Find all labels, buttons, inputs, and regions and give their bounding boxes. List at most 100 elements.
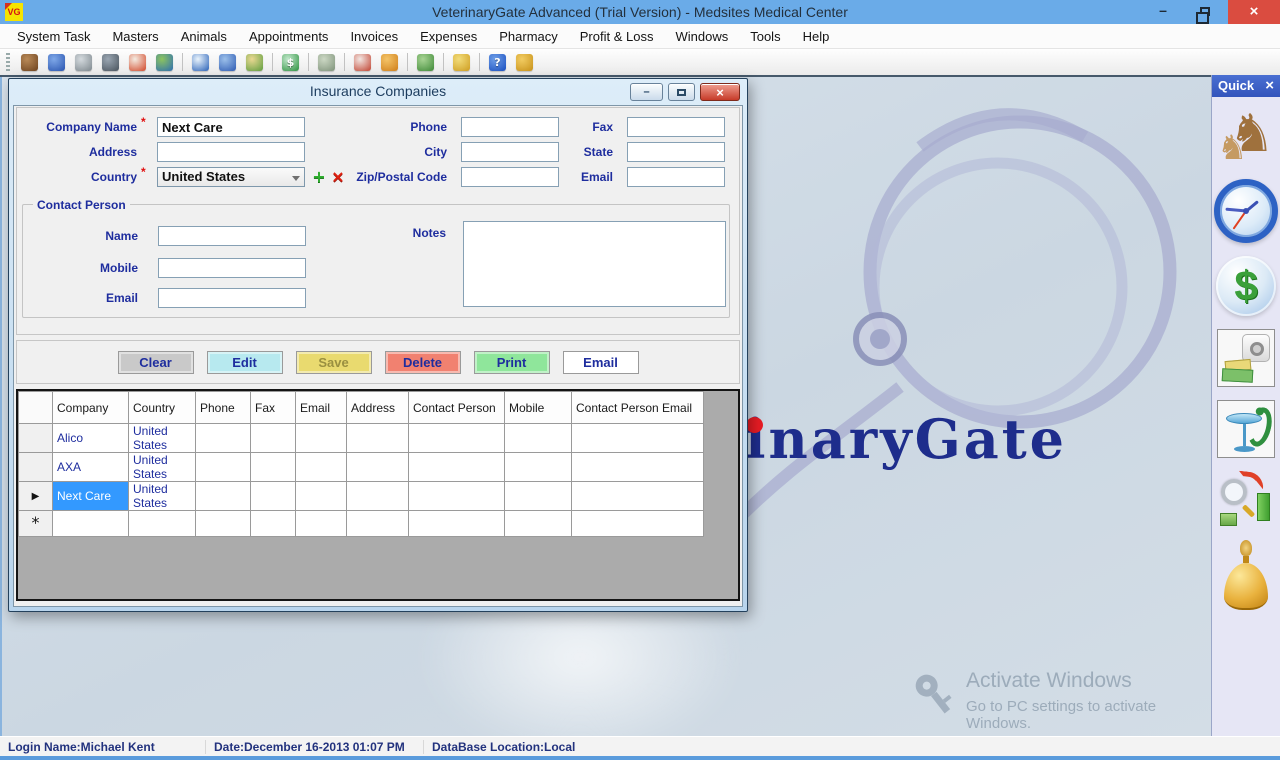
bird-icon[interactable] [453,54,470,71]
grid-new-row[interactable]: * [19,511,704,537]
company-name-input[interactable] [157,117,305,137]
gift-icon[interactable] [354,54,371,71]
menu-item-help[interactable]: Help [792,24,841,49]
grid-cell[interactable] [296,424,347,453]
grid-cell[interactable]: Next Care [53,482,129,511]
reminder-bell-icon[interactable] [1220,540,1272,616]
undo-icon[interactable] [381,54,398,71]
grid-cell[interactable] [409,482,505,511]
save-button[interactable]: Save [296,351,372,374]
contact-email-input[interactable] [158,288,306,308]
grid-cell[interactable] [347,511,409,537]
invoice-icon[interactable] [246,54,263,71]
animals-icon[interactable] [156,54,173,71]
grid-cell[interactable]: United States [129,453,196,482]
grid-cell[interactable] [53,511,129,537]
grid-cell[interactable] [296,482,347,511]
notes-input[interactable] [463,221,726,307]
grid-header-cell[interactable]: Company [53,392,129,424]
grid-cell[interactable] [505,453,572,482]
menu-item-windows[interactable]: Windows [664,24,739,49]
grid-header-cell[interactable]: Email [296,392,347,424]
clock-icon[interactable] [1214,179,1278,243]
dialog-maximize-button[interactable] [668,83,695,101]
grid-row[interactable]: AlicoUnited States [19,424,704,453]
grid-cell[interactable]: United States [129,424,196,453]
clock-icon[interactable] [192,54,209,71]
grid-cell[interactable]: AXA [53,453,129,482]
menu-item-expenses[interactable]: Expenses [409,24,488,49]
grid-cell[interactable] [505,482,572,511]
grid-cell[interactable] [409,511,505,537]
grid-cell[interactable] [409,424,505,453]
grid-cell[interactable] [129,511,196,537]
clear-button[interactable]: Clear [118,351,194,374]
reports-search-icon[interactable] [1218,471,1274,527]
grid-cell[interactable] [251,424,296,453]
window-close-button[interactable]: × [1228,0,1280,24]
dialog-minimize-button[interactable]: – [630,83,663,101]
menu-item-profit-loss[interactable]: Profit & Loss [569,24,665,49]
grid-cell[interactable] [251,511,296,537]
dollar-icon[interactable]: $ [282,54,299,71]
grid-cell[interactable] [572,482,704,511]
grid-header-cell[interactable]: Address [347,392,409,424]
state-input[interactable] [627,142,725,162]
menu-item-invoices[interactable]: Invoices [339,24,409,49]
menu-item-tools[interactable]: Tools [739,24,791,49]
print-button[interactable]: Print [474,351,550,374]
grid-cell[interactable] [572,453,704,482]
email-button[interactable]: Email [563,351,639,374]
email-input[interactable] [627,167,725,187]
package-icon[interactable] [318,54,335,71]
grid-cell[interactable] [409,453,505,482]
grid-row-selector[interactable] [19,453,53,482]
marker-icon[interactable] [129,54,146,71]
cashbox-icon[interactable] [1217,329,1275,387]
grid-cell[interactable] [572,511,704,537]
quick-panel-close-icon[interactable]: × [1265,75,1274,97]
grid-cell[interactable] [505,511,572,537]
fax-input[interactable] [627,117,725,137]
menu-item-animals[interactable]: Animals [170,24,238,49]
grid-header-cell[interactable]: Contact Person Email [572,392,704,424]
pharmacy-icon[interactable] [1217,400,1275,458]
grid-cell[interactable] [505,424,572,453]
calendar-icon[interactable] [219,54,236,71]
grid-cell[interactable] [196,482,251,511]
dog-icon[interactable] [21,54,38,71]
window-restore-button[interactable] [1186,0,1220,24]
menu-item-appointments[interactable]: Appointments [238,24,340,49]
syringe-icon[interactable] [75,54,92,71]
grid-cell[interactable] [196,453,251,482]
grid-header-cell[interactable]: Contact Person [409,392,505,424]
grid-header-cell[interactable]: Fax [251,392,296,424]
grid-row-selector[interactable]: * [19,511,53,537]
chart-icon[interactable] [417,54,434,71]
grid-row[interactable]: ▶Next CareUnited States [19,482,704,511]
address-input[interactable] [157,142,305,162]
menu-item-masters[interactable]: Masters [101,24,169,49]
grid-header-cell[interactable]: Country [129,392,196,424]
delete-button[interactable]: Delete [385,351,461,374]
grid-cell[interactable] [347,482,409,511]
grid-cell[interactable] [347,453,409,482]
grid-cell[interactable] [296,511,347,537]
address-book-icon[interactable] [48,54,65,71]
contact-mobile-input[interactable] [158,258,306,278]
grid-cell[interactable] [196,424,251,453]
edit-button[interactable]: Edit [207,351,283,374]
grid-cell[interactable] [251,453,296,482]
dialog-close-button[interactable]: × [700,83,740,101]
grid-cell[interactable] [196,511,251,537]
contact-name-input[interactable] [158,226,306,246]
window-minimize-button[interactable]: – [1146,0,1180,24]
microscope-icon[interactable] [102,54,119,71]
billing-dollar-icon[interactable]: $ [1216,256,1276,316]
grid-header-cell[interactable]: Mobile [505,392,572,424]
grid-header-cell[interactable]: Phone [196,392,251,424]
bell-icon[interactable] [516,54,533,71]
grid-row[interactable]: AXAUnited States [19,453,704,482]
grid-cell[interactable] [572,424,704,453]
grid-cell[interactable]: Alico [53,424,129,453]
